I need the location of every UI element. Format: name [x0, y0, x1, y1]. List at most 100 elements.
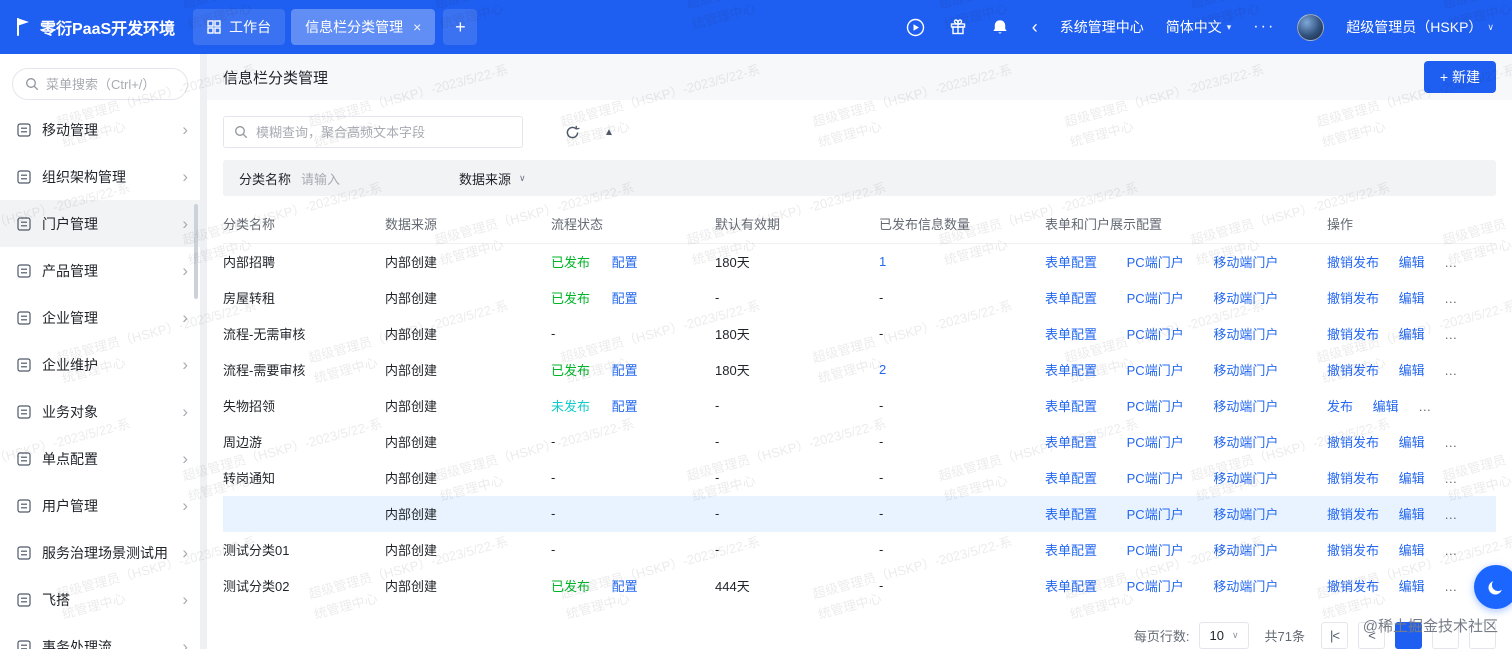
- more-actions-link[interactable]: …: [1444, 291, 1457, 306]
- published-count-link[interactable]: -: [879, 290, 883, 305]
- pc-portal-link[interactable]: PC端门户: [1127, 579, 1184, 594]
- form-config-link[interactable]: 表单配置: [1045, 363, 1097, 378]
- edit-link[interactable]: 编辑: [1399, 255, 1425, 270]
- configure-link[interactable]: 配置: [612, 255, 638, 270]
- more-actions-link[interactable]: …: [1444, 363, 1457, 378]
- publish-toggle-link[interactable]: 撤销发布: [1327, 363, 1379, 378]
- edit-link[interactable]: 编辑: [1399, 543, 1425, 558]
- first-page-button[interactable]: |<: [1321, 621, 1348, 649]
- form-config-link[interactable]: 表单配置: [1045, 291, 1097, 306]
- tab-workbench[interactable]: 工作台: [193, 9, 286, 45]
- pc-portal-link[interactable]: PC端门户: [1127, 543, 1184, 558]
- table-row[interactable]: 测试分类01 内部创建 - - - 表单配置 PC端门户 移动端门户 撤销发布 …: [223, 532, 1496, 568]
- mobile-portal-link[interactable]: 移动端门户: [1213, 399, 1278, 414]
- mobile-portal-link[interactable]: 移动端门户: [1213, 291, 1278, 306]
- published-count-link[interactable]: 2: [879, 362, 886, 377]
- sidebar-menu-item[interactable]: 企业维护 ›: [0, 341, 200, 388]
- refresh-icon[interactable]: [565, 125, 580, 140]
- filter-name-input[interactable]: 请输入: [301, 169, 411, 188]
- sidebar-menu-item[interactable]: 产品管理 ›: [0, 247, 200, 294]
- menu-search-box[interactable]: [12, 68, 188, 100]
- more-actions-link[interactable]: …: [1444, 435, 1457, 450]
- pc-portal-link[interactable]: PC端门户: [1127, 327, 1184, 342]
- publish-toggle-link[interactable]: 撤销发布: [1327, 471, 1379, 486]
- more-actions-link[interactable]: …: [1444, 471, 1457, 486]
- play-circle-icon[interactable]: [906, 17, 926, 37]
- table-row[interactable]: 测试分类02 内部创建 已发布 配置 444天 - 表单配置 PC端门户 移动端…: [223, 568, 1496, 604]
- pc-portal-link[interactable]: PC端门户: [1127, 255, 1184, 270]
- published-count-link[interactable]: -: [879, 578, 883, 593]
- user-menu[interactable]: 超级管理员（HSKP） ∨: [1346, 17, 1494, 37]
- publish-toggle-link[interactable]: 撤销发布: [1327, 291, 1379, 306]
- published-count-link[interactable]: 1: [879, 254, 886, 269]
- configure-link[interactable]: 配置: [612, 579, 638, 594]
- published-count-link[interactable]: -: [879, 398, 883, 413]
- published-count-link[interactable]: -: [879, 542, 883, 557]
- add-tab-button[interactable]: +: [443, 9, 478, 45]
- fuzzy-search-box[interactable]: [223, 116, 523, 148]
- mobile-portal-link[interactable]: 移动端门户: [1213, 507, 1278, 522]
- publish-toggle-link[interactable]: 撤销发布: [1327, 435, 1379, 450]
- publish-toggle-link[interactable]: 撤销发布: [1327, 327, 1379, 342]
- pc-portal-link[interactable]: PC端门户: [1127, 507, 1184, 522]
- pc-portal-link[interactable]: PC端门户: [1127, 291, 1184, 306]
- form-config-link[interactable]: 表单配置: [1045, 399, 1097, 414]
- mobile-portal-link[interactable]: 移动端门户: [1213, 363, 1278, 378]
- publish-toggle-link[interactable]: 撤销发布: [1327, 579, 1379, 594]
- published-count-link[interactable]: -: [879, 434, 883, 449]
- mobile-portal-link[interactable]: 移动端门户: [1213, 579, 1278, 594]
- mobile-portal-link[interactable]: 移动端门户: [1213, 435, 1278, 450]
- user-avatar[interactable]: [1297, 13, 1325, 41]
- collapse-left-icon[interactable]: ‹: [1032, 17, 1038, 38]
- collapse-panel-icon[interactable]: ▲: [604, 127, 614, 138]
- bell-icon[interactable]: [990, 17, 1010, 37]
- form-config-link[interactable]: 表单配置: [1045, 579, 1097, 594]
- mobile-portal-link[interactable]: 移动端门户: [1213, 543, 1278, 558]
- configure-link[interactable]: 配置: [612, 291, 638, 306]
- form-config-link[interactable]: 表单配置: [1045, 507, 1097, 522]
- published-count-link[interactable]: -: [879, 326, 883, 341]
- sidebar-menu-item[interactable]: 移动管理 ›: [0, 106, 200, 153]
- gift-icon[interactable]: [948, 17, 968, 37]
- more-actions-link[interactable]: …: [1444, 507, 1457, 522]
- edit-link[interactable]: 编辑: [1399, 507, 1425, 522]
- publish-toggle-link[interactable]: 撤销发布: [1327, 543, 1379, 558]
- publish-toggle-link[interactable]: 撤销发布: [1327, 255, 1379, 270]
- sidebar-menu-item[interactable]: 用户管理 ›: [0, 482, 200, 529]
- mobile-portal-link[interactable]: 移动端门户: [1213, 471, 1278, 486]
- sidebar-menu-item[interactable]: 单点配置 ›: [0, 435, 200, 482]
- form-config-link[interactable]: 表单配置: [1045, 327, 1097, 342]
- more-actions-link[interactable]: …: [1444, 543, 1457, 558]
- filter-source-select[interactable]: 数据来源 ∨: [459, 169, 526, 188]
- sidebar-menu-item[interactable]: 企业管理 ›: [0, 294, 200, 341]
- menu-search-input[interactable]: [46, 76, 176, 92]
- table-row[interactable]: 转岗通知 内部创建 - - - 表单配置 PC端门户 移动端门户 撤销发布 编辑…: [223, 460, 1496, 496]
- more-menu-icon[interactable]: ···: [1253, 18, 1275, 36]
- table-row[interactable]: 周边游 内部创建 - - - 表单配置 PC端门户 移动端门户 撤销发布 编辑 …: [223, 424, 1496, 460]
- more-actions-link[interactable]: …: [1418, 399, 1431, 414]
- sidebar-menu-item[interactable]: 服务治理场景测试用 ›: [0, 529, 200, 576]
- pc-portal-link[interactable]: PC端门户: [1127, 471, 1184, 486]
- configure-link[interactable]: 配置: [612, 363, 638, 378]
- fuzzy-search-input[interactable]: [256, 124, 512, 140]
- configure-link[interactable]: 配置: [612, 399, 638, 414]
- pc-portal-link[interactable]: PC端门户: [1127, 435, 1184, 450]
- system-center-link[interactable]: 系统管理中心: [1060, 17, 1144, 37]
- prev-page-button[interactable]: <: [1358, 621, 1385, 649]
- table-row[interactable]: 内部创建 - - - 表单配置 PC端门户 移动端门户 撤销发布 编辑 …: [223, 495, 1496, 532]
- sidebar-menu-item[interactable]: 事务处理流 ›: [0, 623, 200, 649]
- sidebar-menu-item[interactable]: 业务对象 ›: [0, 388, 200, 435]
- create-new-button[interactable]: + 新建: [1423, 61, 1496, 93]
- tab-info-category[interactable]: 信息栏分类管理 ×: [291, 9, 436, 45]
- pc-portal-link[interactable]: PC端门户: [1127, 399, 1184, 414]
- edit-link[interactable]: 编辑: [1399, 435, 1425, 450]
- table-row[interactable]: 内部招聘 内部创建 已发布 配置 180天 1 表单配置 PC端门户 移动端门户…: [223, 244, 1496, 280]
- sidebar-scrollbar[interactable]: [194, 204, 198, 299]
- form-config-link[interactable]: 表单配置: [1045, 471, 1097, 486]
- page-number-button[interactable]: [1469, 621, 1496, 649]
- publish-toggle-link[interactable]: 发布: [1327, 399, 1353, 414]
- form-config-link[interactable]: 表单配置: [1045, 255, 1097, 270]
- language-select[interactable]: 简体中文 ▾: [1166, 17, 1232, 37]
- table-row[interactable]: 流程-无需审核 内部创建 - 180天 - 表单配置 PC端门户 移动端门户 撤…: [223, 316, 1496, 352]
- form-config-link[interactable]: 表单配置: [1045, 543, 1097, 558]
